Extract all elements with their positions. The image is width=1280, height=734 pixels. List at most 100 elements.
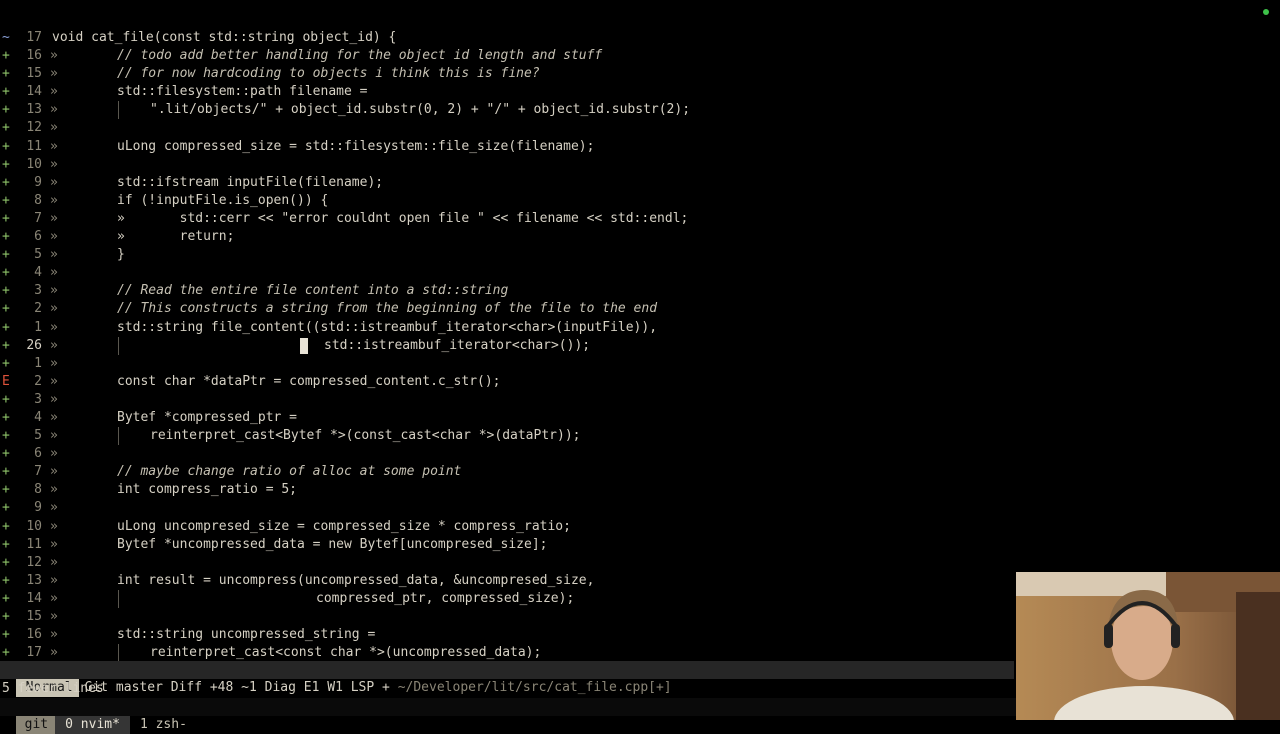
- code-line[interactable]: +12 »: [0, 119, 1280, 137]
- tmux-window-nvim[interactable]: 0 nvim*: [55, 716, 130, 734]
- indent-marker: »: [50, 464, 58, 480]
- indent-marker: »: [50, 102, 58, 118]
- gutter-sign: +: [2, 645, 10, 661]
- line-number: 6: [34, 446, 42, 462]
- code-line[interactable]: +9 » std::ifstream inputFile(filename);: [0, 174, 1280, 192]
- indent-marker: »: [50, 66, 58, 82]
- code-text: // todo add better handling for the obje…: [117, 48, 603, 64]
- code-line[interactable]: +11 » Bytef *uncompressed_data = new Bytef…: [0, 536, 1280, 554]
- gutter-sign: +: [2, 446, 10, 462]
- indent-marker: »: [50, 590, 58, 606]
- code-line[interactable]: ~17 void cat_file(const std::string objec…: [0, 29, 1280, 47]
- indent-marker: »: [50, 373, 58, 389]
- code-text: // for now hardcoding to objects i think…: [117, 66, 540, 82]
- code-line[interactable]: +6 »: [0, 445, 1280, 463]
- code-editor[interactable]: ~17 void cat_file(const std::string objec…: [0, 29, 1280, 663]
- terminal-top-bar: [0, 0, 1280, 28]
- code-line[interactable]: +13 » ".lit/objects/" + object_id.substr(0…: [0, 101, 1280, 120]
- gutter-sign: +: [2, 391, 10, 407]
- gutter-sign: +: [2, 337, 10, 353]
- code-line[interactable]: +5 »}: [0, 246, 1280, 264]
- gutter-sign: +: [2, 536, 10, 552]
- gutter-sign: +: [2, 518, 10, 534]
- indent-marker: »: [50, 627, 58, 643]
- code-line[interactable]: +1 » std::string file_content((std::istrea…: [0, 319, 1280, 337]
- code-line[interactable]: +7 » // maybe change ratio of alloc at som…: [0, 463, 1280, 481]
- code-line[interactable]: +10 »: [0, 156, 1280, 174]
- indent-marker: »: [50, 446, 58, 462]
- gutter-sign: +: [2, 84, 10, 100]
- code-line[interactable]: +3 »: [0, 391, 1280, 409]
- gutter-sign: ~: [2, 30, 10, 45]
- indent-marker: »: [50, 301, 58, 317]
- code-line[interactable]: +15 » // for now hardcoding to objects i t…: [0, 65, 1280, 83]
- gutter-sign: +: [2, 120, 10, 136]
- code-line[interactable]: +8 » if (!inputFile.is_open()) {: [0, 192, 1280, 210]
- code-line[interactable]: +11 » uLong compressed_size = std::filesys…: [0, 138, 1280, 156]
- line-number: 1: [34, 355, 42, 371]
- code-line[interactable]: +4 »: [0, 264, 1280, 282]
- gutter-sign: +: [2, 156, 10, 172]
- code-text: Bytef *compressed_ptr =: [117, 409, 298, 425]
- indent-marker: »: [50, 609, 58, 624]
- code-line[interactable]: +26 » std::istreambuf_iterator<char>());: [0, 336, 1280, 355]
- line-number: 5: [34, 428, 42, 444]
- line-number: 17: [26, 645, 42, 661]
- code-line[interactable]: E 2 » const char *dataPtr = compressed_cont…: [0, 373, 1280, 391]
- text-cursor: [300, 337, 308, 354]
- indent-marker: »: [50, 84, 58, 100]
- code-line[interactable]: +4 » Bytef *compressed_ptr =: [0, 409, 1280, 427]
- code-line[interactable]: +14 » std::filesystem::path filename =: [0, 83, 1280, 101]
- code-line[interactable]: +3 » // Read the entire file content into …: [0, 282, 1280, 300]
- indent-marker: »: [50, 229, 58, 245]
- line-number: 2: [34, 301, 42, 317]
- code-line[interactable]: +2 » // This constructs a string from the …: [0, 300, 1280, 318]
- code-text: std::ifstream inputFile(filename);: [117, 174, 384, 190]
- code-line[interactable]: +1 »: [0, 355, 1280, 373]
- tmux-window-zsh[interactable]: 1 zsh-: [130, 716, 197, 734]
- code-text: // This constructs a string from the beg…: [117, 301, 658, 317]
- line-number: 17: [26, 30, 42, 45]
- statusline-file-path: ~/Developer/lit/src/cat_file.cpp[+]: [397, 680, 672, 695]
- gutter-sign: +: [2, 174, 10, 190]
- code-line[interactable]: +10 » uLong uncompresed_size = compressed_…: [0, 518, 1280, 536]
- gutter-sign: +: [2, 48, 10, 64]
- gutter-sign: E: [2, 373, 10, 389]
- gutter-sign: +: [2, 572, 10, 588]
- code-text: » return;: [117, 229, 235, 245]
- indent-marker: »: [50, 265, 58, 281]
- code-text: Bytef *uncompressed_data = new Bytef[unc…: [117, 536, 548, 552]
- code-text: int compress_ratio = 5;: [117, 482, 298, 498]
- code-text: ".lit/objects/" + object_id.substr(0, 2)…: [150, 102, 691, 118]
- indent-marker: »: [50, 48, 58, 64]
- line-number: 6: [34, 229, 42, 245]
- code-line[interactable]: +7 » » std::cerr << "error couldnt open fi…: [0, 210, 1280, 228]
- code-text: if (!inputFile.is_open()) {: [117, 192, 329, 208]
- line-number: 4: [34, 265, 42, 281]
- gutter-sign: +: [2, 138, 10, 154]
- line-number: 14: [26, 590, 42, 606]
- code-text: const char *dataPtr = compressed_content…: [117, 373, 501, 389]
- code-line[interactable]: +16 » // todo add better handling for the …: [0, 47, 1280, 65]
- line-number: 26: [26, 337, 42, 353]
- code-line[interactable]: +9 »: [0, 499, 1280, 517]
- statusline: Normal Git master Diff +48 ~1 Diag E1 W1 …: [0, 661, 1014, 697]
- line-number: 12: [26, 120, 42, 136]
- gutter-sign: +: [2, 609, 10, 624]
- gutter-sign: +: [2, 482, 10, 498]
- code-text: uLong compressed_size = std::filesystem:…: [117, 138, 595, 154]
- command-line-message: 5 fewer lines: [2, 681, 104, 696]
- code-line[interactable]: +5 » reinterpret_cast<Bytef *>(const_cast<…: [0, 427, 1280, 446]
- code-line[interactable]: +12 »: [0, 554, 1280, 572]
- gutter-sign: +: [2, 66, 10, 82]
- line-number: 2: [34, 373, 42, 389]
- line-number: 11: [26, 536, 42, 552]
- code-line[interactable]: +8 » int compress_ratio = 5;: [0, 481, 1280, 499]
- code-line[interactable]: +6 » » return;: [0, 228, 1280, 246]
- gutter-sign: +: [2, 210, 10, 226]
- code-text: uLong uncompresed_size = compressed_size…: [117, 518, 571, 534]
- indent-marker: »: [50, 536, 58, 552]
- tmux-session-name: git: [15, 716, 56, 734]
- line-number: 5: [34, 247, 42, 263]
- line-number: 11: [26, 138, 42, 154]
